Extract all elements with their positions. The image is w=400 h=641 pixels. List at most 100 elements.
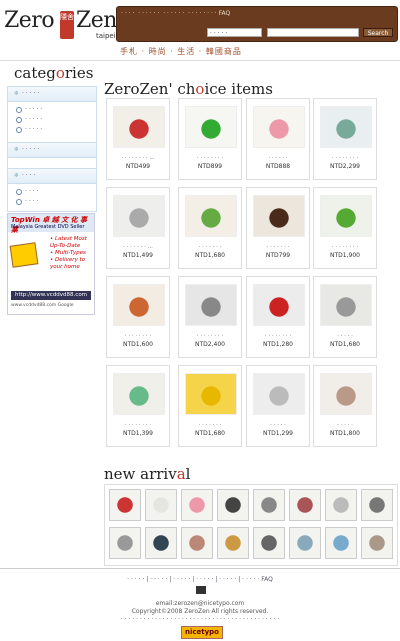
product-thumbnail[interactable]	[320, 106, 372, 148]
product-thumbnail[interactable]	[113, 284, 165, 326]
new-arrival-thumbnail[interactable]	[325, 527, 357, 559]
product-name[interactable]: · · · · · · · ·	[107, 422, 169, 428]
new-arrival-thumbnail[interactable]	[253, 527, 285, 559]
category-item[interactable]: · · · · ·	[16, 105, 96, 115]
dvd-advertisement[interactable]: TopWin 卓 越 文 化 事 業 Malaysia Greatest DVD…	[7, 213, 95, 315]
heading-part: ZeroZen' ch	[104, 80, 196, 98]
category-item[interactable]: · · · ·	[16, 187, 96, 197]
category-item[interactable]: · · · ·	[16, 197, 96, 207]
product-thumbnail[interactable]	[185, 195, 237, 237]
nav-link-2[interactable]: · · · · · ·	[138, 10, 159, 17]
product-price: NTD799	[265, 252, 291, 259]
new-arrival-thumbnail[interactable]	[289, 527, 321, 559]
product-name[interactable]: · · · · · · · ·	[179, 155, 241, 161]
product-name[interactable]: · · · · · · · ·	[314, 155, 376, 161]
new-arrival-thumbnail[interactable]	[181, 527, 213, 559]
product-name[interactable]: · · · · · · · ·	[247, 333, 309, 339]
new-arrival-thumbnail[interactable]	[145, 527, 177, 559]
product-thumbnail[interactable]	[185, 284, 237, 326]
product-thumbnail[interactable]	[320, 284, 372, 326]
product-name[interactable]: · · · · · · · · ...	[107, 155, 169, 161]
nav-link-faq[interactable]: · · · · · · · · FAQ	[188, 10, 230, 17]
product-card[interactable]: · · · · · · · · NTD1,280	[246, 276, 310, 358]
product-thumbnail[interactable]	[320, 195, 372, 237]
product-thumbnail[interactable]	[113, 195, 165, 237]
product-price: NTD1,680	[195, 252, 225, 259]
new-arrival-thumbnail[interactable]	[217, 489, 249, 521]
product-thumbnail[interactable]	[253, 195, 305, 237]
category-group-head[interactable]: ❄ · · · · ·	[8, 87, 96, 102]
product-name[interactable]: · · · · · · · ...	[107, 244, 169, 250]
product-card[interactable]: · · · · · · · NTD1,680	[178, 365, 242, 447]
site-logo[interactable]: Zero 隱舍 Zen taipei	[4, 6, 117, 42]
product-name[interactable]: · · · · · · · ·	[107, 333, 169, 339]
category-group-label: · · · · ·	[22, 146, 40, 153]
ad-bullet: your home	[50, 264, 80, 270]
footer-email[interactable]: email:zerozen@nicetypo.com	[0, 600, 400, 607]
category-group-head[interactable]: ❄ · · · ·	[8, 169, 96, 184]
product-card[interactable]: · · · · · · · NTD1,680	[178, 187, 242, 269]
product-name[interactable]: · · · · ·	[314, 333, 376, 339]
new-arrival-thumbnail[interactable]	[109, 489, 141, 521]
category-item[interactable]: · · · · ·	[16, 125, 96, 135]
product-price: NTD1,600	[123, 341, 153, 348]
new-arrival-thumbnail[interactable]	[109, 527, 141, 559]
product-card[interactable]: · · · · · · · · NTD2,299	[313, 98, 377, 180]
footer-divider	[0, 568, 400, 569]
product-thumbnail[interactable]	[185, 373, 237, 415]
product-thumbnail[interactable]	[113, 106, 165, 148]
product-name[interactable]: · · · · · · · ·	[179, 333, 241, 339]
product-name[interactable]: · · · · · · ·	[179, 244, 241, 250]
product-thumbnail[interactable]	[113, 373, 165, 415]
product-card[interactable]: · · · · · · · · NTD2,400	[178, 276, 242, 358]
category-item-label: · · · · ·	[25, 126, 43, 133]
product-thumbnail[interactable]	[253, 106, 305, 148]
product-name[interactable]: · · · · ·	[314, 422, 376, 428]
product-thumbnail[interactable]	[253, 373, 305, 415]
product-card[interactable]: · · · · · · · · NTD1,900	[313, 187, 377, 269]
search-input[interactable]	[267, 28, 359, 37]
new-arrival-thumbnail[interactable]	[289, 489, 321, 521]
nav-link-3[interactable]: · · · · · ·	[163, 10, 184, 17]
new-arrival-thumbnail[interactable]	[361, 489, 393, 521]
nav-link-1[interactable]: · · · ·	[121, 10, 134, 17]
product-card[interactable]: · · · · · · · · ... NTD499	[106, 98, 170, 180]
product-card[interactable]: · · · · · NTD1,680	[313, 276, 377, 358]
product-price: NTD1,299	[263, 430, 293, 437]
product-name[interactable]: · · · · · · · ·	[314, 244, 376, 250]
product-name[interactable]: · · · · · · ·	[179, 422, 241, 428]
product-card[interactable]: · · · · · · · · NTD899	[178, 98, 242, 180]
product-name[interactable]: · · · · · · ·	[247, 244, 309, 250]
product-thumbnail[interactable]	[185, 106, 237, 148]
product-card[interactable]: · · · · · · · ... NTD1,499	[106, 187, 170, 269]
heading-accent: a	[176, 465, 186, 483]
heading-part: new arriv	[104, 465, 177, 483]
product-price: NTD1,680	[330, 341, 360, 348]
new-arrival-thumbnail[interactable]	[217, 527, 249, 559]
new-arrival-thumbnail[interactable]	[361, 527, 393, 559]
product-name[interactable]: · · · · · ·	[247, 155, 309, 161]
product-card[interactable]: · · · · · NTD1,299	[246, 365, 310, 447]
product-thumbnail[interactable]	[320, 373, 372, 415]
new-arrival-thumbnail[interactable]	[325, 489, 357, 521]
product-card[interactable]: · · · · · · · · NTD1,399	[106, 365, 170, 447]
search-category-select[interactable]: · · · · ·	[207, 28, 262, 37]
category-group-head[interactable]: ❄ · · · · ·	[8, 143, 96, 158]
product-name[interactable]: · · · · ·	[247, 422, 309, 428]
product-thumbnail[interactable]	[253, 284, 305, 326]
product-card[interactable]: · · · · · · NTD888	[246, 98, 310, 180]
image-icon	[196, 586, 206, 594]
new-arrival-thumbnail[interactable]	[253, 489, 285, 521]
product-card[interactable]: · · · · · NTD1,800	[313, 365, 377, 447]
search-button[interactable]: Search	[363, 28, 393, 37]
new-arrival-thumbnail[interactable]	[181, 489, 213, 521]
product-card[interactable]: · · · · · · · NTD799	[246, 187, 310, 269]
category-item[interactable]: · · · · ·	[16, 115, 96, 125]
product-card[interactable]: · · · · · · · · NTD1,600	[106, 276, 170, 358]
new-arrival-thumbnail[interactable]	[145, 489, 177, 521]
product-price: NTD1,280	[263, 341, 293, 348]
footer-links[interactable]: · · · · · | · · · · · | · · · · · | · · …	[0, 576, 400, 583]
nicetypo-badge[interactable]: nicetypo	[181, 626, 223, 639]
top-nav-bar: · · · · · · · · · · · · · · · · · · · · …	[116, 6, 398, 42]
ad-url-link[interactable]: http://www.vcddvd88.com	[11, 291, 91, 300]
